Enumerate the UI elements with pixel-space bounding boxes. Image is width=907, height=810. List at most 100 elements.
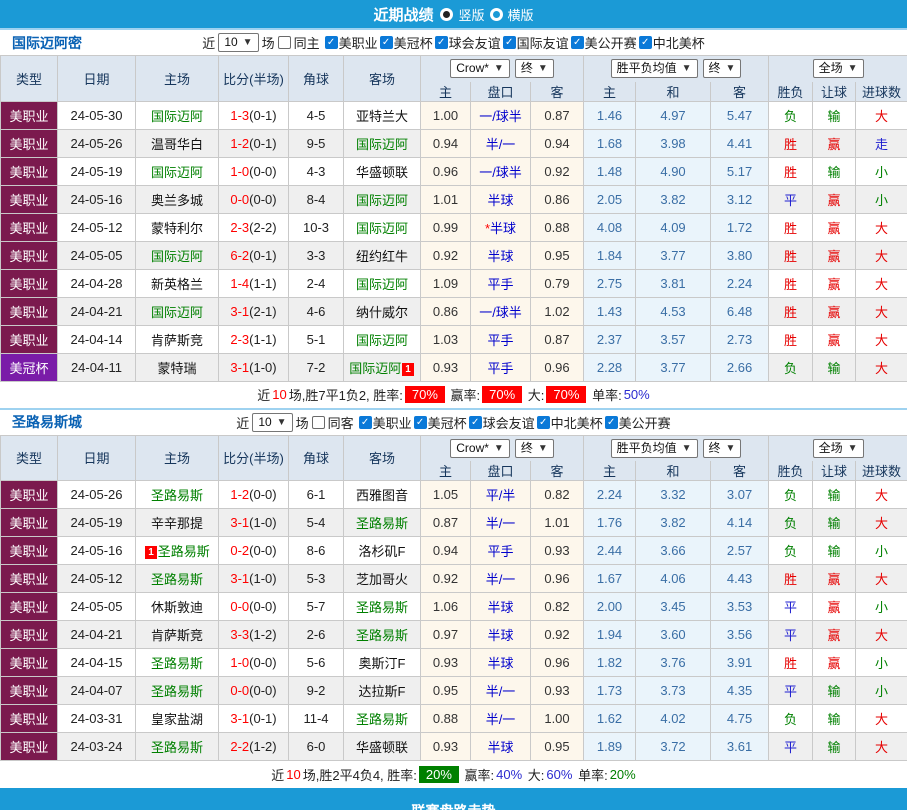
team-link[interactable]: 肯萨斯竞	[151, 333, 203, 348]
team-cell: 华盛顿联	[344, 157, 421, 185]
bookmaker-select[interactable]: Crow*▼	[450, 59, 510, 78]
final-odds-select2[interactable]: 终▼	[703, 439, 742, 458]
layout-radio-group: 竖版 横版	[440, 5, 533, 24]
ah-line: 一/球半	[471, 297, 531, 325]
team-link[interactable]: 芝加哥火	[356, 572, 408, 587]
team-self-link[interactable]: 国际迈阿	[356, 221, 408, 236]
odds-average-select[interactable]: 胜平负均值▼	[611, 439, 698, 458]
team-self-link[interactable]: 圣路易斯	[356, 516, 408, 531]
league-checkbox[interactable]	[605, 416, 618, 429]
team-link[interactable]: 肯萨斯竞	[151, 628, 203, 643]
eu-home-odds: 1.48	[584, 157, 636, 185]
match-date: 24-04-11	[58, 353, 136, 381]
team-self-link[interactable]: 国际迈阿	[356, 277, 408, 292]
same-venue-checkbox[interactable]	[312, 416, 325, 429]
final-odds-select2[interactable]: 终▼	[703, 59, 742, 78]
corner-count: 11-4	[289, 705, 344, 733]
team-link[interactable]: 奥斯汀F	[359, 656, 406, 671]
result-wdl: 平	[769, 621, 813, 649]
final-odds-select[interactable]: 终▼	[515, 59, 554, 78]
odds-average-select[interactable]: 胜平负均值▼	[611, 59, 698, 78]
league-checkbox[interactable]	[469, 416, 482, 429]
league-checkbox[interactable]	[639, 36, 652, 49]
ah-away-odds: 0.87	[531, 101, 584, 129]
team-self-link[interactable]: 圣路易斯	[356, 712, 408, 727]
team-self-link[interactable]: 国际迈阿	[151, 249, 203, 264]
league-label: 美冠杯	[394, 33, 433, 52]
bookmaker-select[interactable]: Crow*▼	[450, 439, 510, 458]
result-goals: 大	[856, 565, 907, 593]
team-link[interactable]: 蒙特瑞	[157, 361, 196, 376]
col-type: 类型	[1, 56, 58, 102]
scope-select[interactable]: 全场▼	[813, 59, 864, 78]
team-link[interactable]: 洛杉矶F	[359, 544, 406, 559]
team-link[interactable]: 西雅图音	[356, 488, 408, 503]
league-checkbox[interactable]	[571, 36, 584, 49]
vertical-layout-radio[interactable]	[440, 8, 453, 21]
team-self-link[interactable]: 圣路易斯	[356, 628, 408, 643]
eu-draw-odds: 3.60	[636, 621, 711, 649]
team-self-link[interactable]: 国际迈阿	[356, 193, 408, 208]
result-wdl: 负	[769, 537, 813, 565]
team-link[interactable]: 华盛顿联	[356, 165, 408, 180]
result-handicap: 赢	[813, 325, 856, 353]
team-self-link[interactable]: 国际迈阿	[356, 333, 408, 348]
team-link[interactable]: 辛辛那提	[151, 516, 203, 531]
league-checkbox[interactable]	[503, 36, 516, 49]
ah-away-odds: 0.96	[531, 565, 584, 593]
team-link[interactable]: 奥兰多城	[151, 193, 203, 208]
result-group: 全场▼	[769, 56, 907, 82]
final-odds-select[interactable]: 终▼	[515, 439, 554, 458]
team-link[interactable]: 新英格兰	[151, 277, 203, 292]
team-self-link[interactable]: 圣路易斯	[158, 544, 210, 559]
league-checkbox[interactable]	[414, 416, 427, 429]
match-date: 24-05-16	[58, 185, 136, 213]
score-cell: 3-1(1-0)	[219, 509, 289, 537]
team-cell: 圣路易斯	[136, 733, 219, 761]
team-self-link[interactable]: 圣路易斯	[356, 600, 408, 615]
chevron-down-icon: ▼	[726, 61, 736, 76]
team-self-link[interactable]: 国际迈阿	[151, 305, 203, 320]
eu-draw-odds: 3.82	[636, 185, 711, 213]
team-link[interactable]: 皇家盐湖	[151, 712, 203, 727]
half-time-score: (0-1)	[249, 711, 276, 726]
horizontal-layout-radio[interactable]	[490, 8, 503, 21]
eu-draw-odds: 3.98	[636, 129, 711, 157]
team-link[interactable]: 温哥华白	[151, 137, 203, 152]
team-self-link[interactable]: 国际迈阿	[151, 165, 203, 180]
team-link[interactable]: 蒙特利尔	[151, 221, 203, 236]
league-checkbox[interactable]	[435, 36, 448, 49]
team-link[interactable]: 纽约红牛	[356, 249, 408, 264]
team-link[interactable]: 华盛顿联	[356, 740, 408, 755]
match-type: 美职业	[1, 537, 58, 565]
team-link[interactable]: 达拉斯F	[359, 684, 406, 699]
result-handicap: 赢	[813, 297, 856, 325]
team-cell: 蒙特瑞	[136, 353, 219, 381]
team-self-link[interactable]: 圣路易斯	[151, 572, 203, 587]
ah-line: 半球	[471, 185, 531, 213]
team-self-link[interactable]: 国际迈阿	[349, 361, 401, 376]
team-self-link[interactable]: 圣路易斯	[151, 488, 203, 503]
team-self-link[interactable]: 国际迈阿	[151, 109, 203, 124]
league-checkbox[interactable]	[359, 416, 372, 429]
league-checkbox[interactable]	[380, 36, 393, 49]
ah-home-odds: 0.92	[421, 241, 471, 269]
team-self-link[interactable]: 圣路易斯	[151, 684, 203, 699]
summary-segment: 赢率:	[461, 765, 494, 784]
scope-select[interactable]: 全场▼	[813, 439, 864, 458]
team-self-link[interactable]: 圣路易斯	[151, 656, 203, 671]
team-cell: 国际迈阿	[344, 185, 421, 213]
eu-away-odds: 5.17	[711, 157, 769, 185]
team-link[interactable]: 休斯敦迪	[151, 600, 203, 615]
same-venue-checkbox[interactable]	[278, 36, 291, 49]
recent-count-select[interactable]: 10▼	[218, 33, 258, 52]
league-checkbox[interactable]	[537, 416, 550, 429]
match-type: 美冠杯	[1, 353, 58, 381]
team-link[interactable]: 纳什威尔	[356, 305, 408, 320]
team-cell: 新英格兰	[136, 269, 219, 297]
recent-count-select[interactable]: 10▼	[252, 413, 292, 432]
team-link[interactable]: 亚特兰大	[356, 109, 408, 124]
team-self-link[interactable]: 国际迈阿	[356, 137, 408, 152]
team-self-link[interactable]: 圣路易斯	[151, 740, 203, 755]
league-checkbox[interactable]	[325, 36, 338, 49]
